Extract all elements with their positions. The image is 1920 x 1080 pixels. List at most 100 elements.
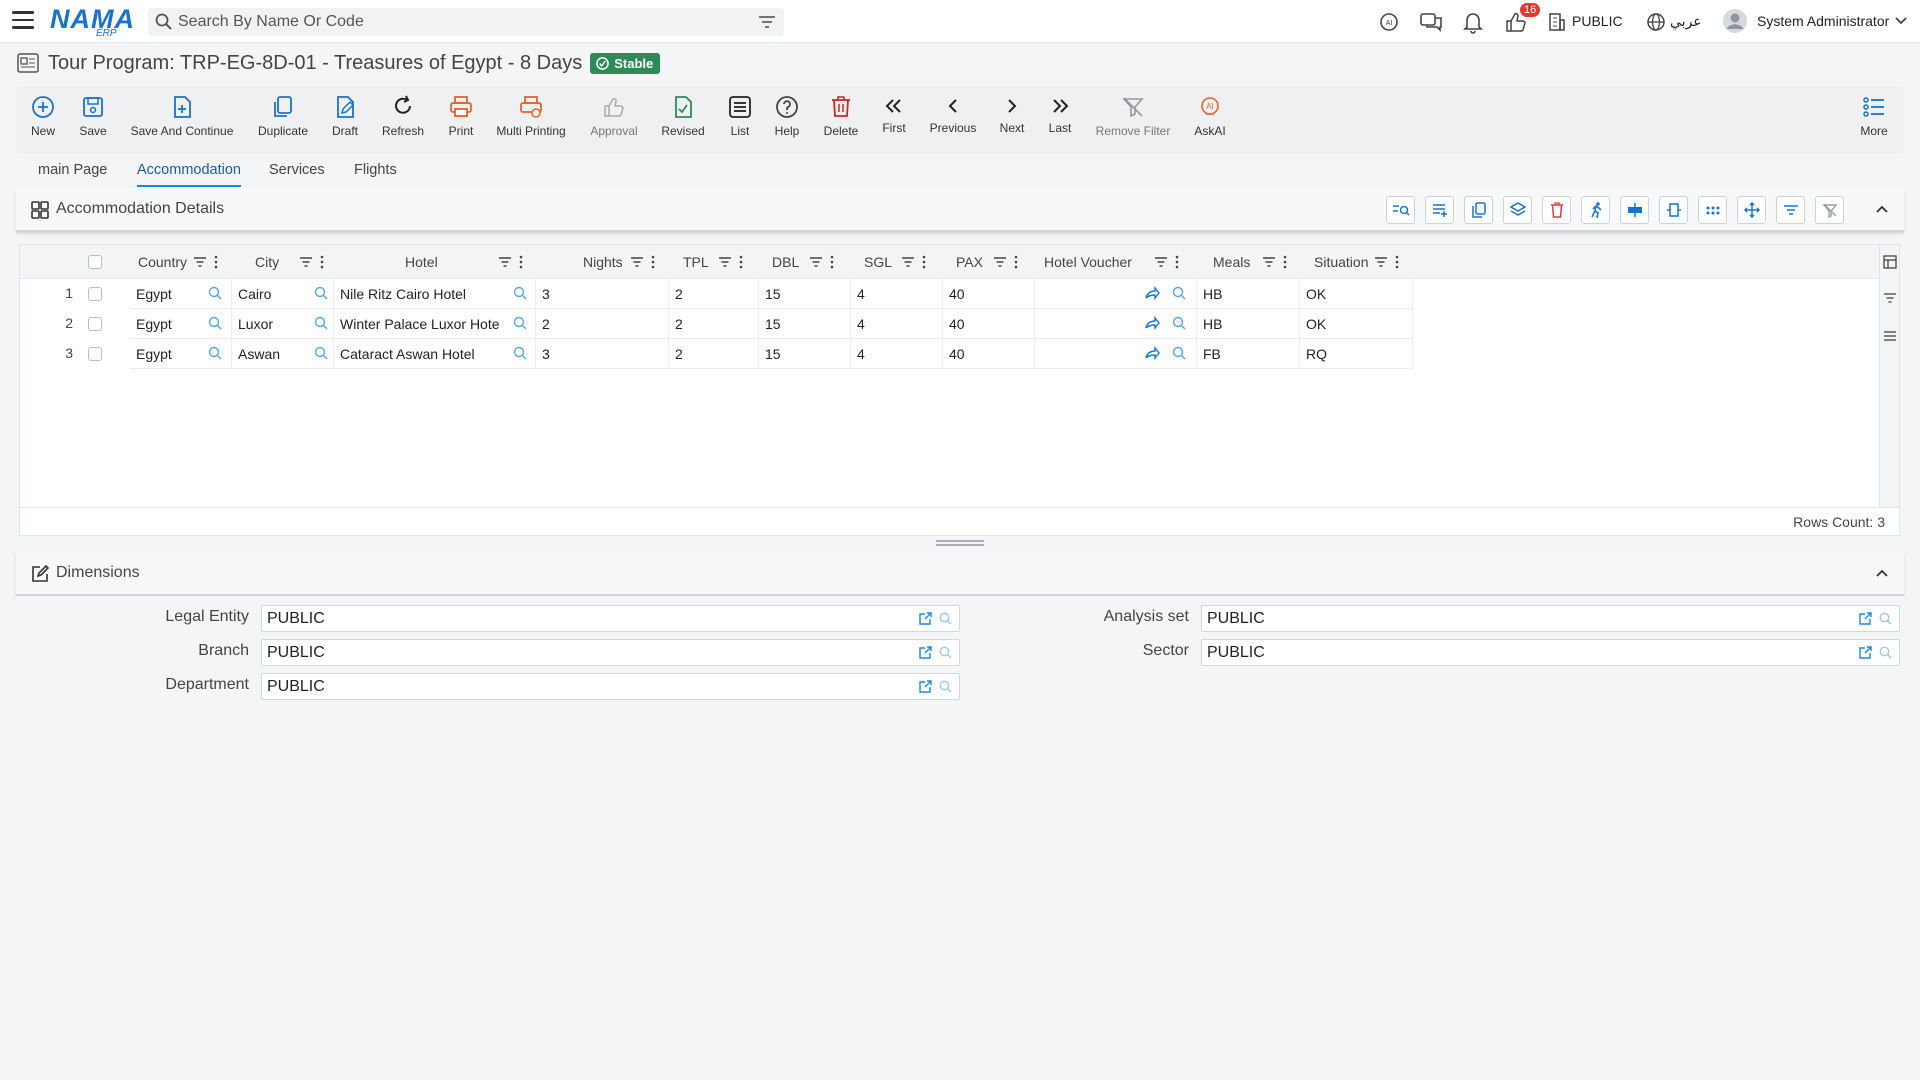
cell-hotel-voucher[interactable] — [1035, 339, 1197, 369]
column-filter-icon[interactable] — [1154, 256, 1168, 268]
lookup-icon[interactable] — [512, 285, 528, 301]
share-arrow-icon[interactable] — [1144, 315, 1160, 331]
lookup-icon[interactable] — [938, 679, 953, 694]
column-menu-icon[interactable] — [1014, 255, 1018, 269]
collapse-chevron-icon[interactable] — [1874, 566, 1890, 580]
lookup-icon[interactable] — [313, 285, 329, 301]
cell-situation[interactable]: RQ — [1300, 339, 1413, 369]
table-row[interactable]: 3 Egypt Aswan Cataract Aswan Hotel 3 2 1… — [20, 339, 1880, 369]
logo[interactable]: NAMA ERP — [50, 4, 134, 39]
cell-nights[interactable]: 2 — [536, 309, 669, 339]
open-link-icon[interactable] — [1858, 645, 1873, 660]
save-and-continue-button[interactable]: Save And Continue — [131, 94, 233, 138]
add-row-button[interactable] — [1425, 196, 1454, 224]
column-filter-icon[interactable] — [630, 256, 644, 268]
cell-pax[interactable]: 40 — [943, 309, 1035, 339]
bell-icon[interactable] — [1462, 10, 1484, 34]
cell-nights[interactable]: 3 — [536, 339, 669, 369]
multi-printing-button[interactable]: Multi Printing — [491, 94, 571, 138]
cell-country[interactable]: Egypt — [130, 339, 232, 369]
column-menu-icon[interactable] — [922, 255, 926, 269]
language-switch[interactable]: عربي — [1670, 13, 1702, 30]
fit-columns-button[interactable] — [1659, 196, 1688, 224]
column-menu-icon[interactable] — [320, 255, 324, 269]
cell-situation[interactable]: OK — [1300, 279, 1413, 309]
resize-handle[interactable] — [936, 540, 984, 546]
share-arrow-icon[interactable] — [1144, 285, 1160, 301]
cell-hotel-voucher[interactable] — [1035, 279, 1197, 309]
column-menu-icon[interactable] — [1395, 255, 1399, 269]
lookup-icon[interactable] — [207, 345, 223, 361]
columns-panel-icon[interactable] — [1883, 255, 1897, 269]
open-link-icon[interactable] — [1858, 611, 1873, 626]
delete-row-button[interactable] — [1542, 196, 1571, 224]
lookup-icon[interactable] — [512, 315, 528, 331]
column-filter-icon[interactable] — [718, 256, 732, 268]
column-header-hotel[interactable]: Hotel — [334, 245, 534, 279]
column-filter-icon[interactable] — [901, 256, 915, 268]
column-menu-icon[interactable] — [830, 255, 834, 269]
column-filter-icon[interactable] — [498, 256, 512, 268]
cell-situation[interactable]: OK — [1300, 309, 1413, 339]
table-row[interactable]: 1 Egypt Cairo Nile Ritz Cairo Hotel 3 2 … — [20, 279, 1880, 309]
lookup-icon[interactable] — [1878, 645, 1893, 660]
row-checkbox[interactable] — [88, 347, 102, 361]
layers-button[interactable] — [1503, 196, 1532, 224]
cell-pax[interactable]: 40 — [943, 339, 1035, 369]
approval-button[interactable]: Approval — [574, 94, 654, 138]
run-button[interactable] — [1581, 196, 1610, 224]
column-menu-icon[interactable] — [651, 255, 655, 269]
cell-country[interactable]: Egypt — [130, 309, 232, 339]
cell-meals[interactable]: HB — [1197, 309, 1300, 339]
tab-services[interactable]: Services — [269, 162, 325, 185]
table-row[interactable]: 2 Egypt Luxor Winter Palace Luxor Hote 2… — [20, 309, 1880, 339]
row-checkbox[interactable] — [88, 317, 102, 331]
column-filter-icon[interactable] — [1374, 256, 1388, 268]
collapse-chevron-icon[interactable] — [1874, 202, 1890, 216]
filter-icon[interactable] — [758, 14, 776, 30]
cell-tpl[interactable]: 2 — [669, 309, 759, 339]
share-arrow-icon[interactable] — [1144, 345, 1160, 361]
last-button[interactable]: Last — [1020, 94, 1100, 135]
column-menu-icon[interactable] — [1175, 255, 1179, 269]
column-header-country[interactable]: Country — [130, 245, 230, 279]
ai-assistant-icon[interactable]: AI — [1378, 11, 1400, 33]
open-link-icon[interactable] — [918, 679, 933, 694]
menu-icon[interactable] — [12, 11, 34, 31]
cell-hotel[interactable]: Nile Ritz Cairo Hotel — [334, 279, 536, 309]
lookup-icon[interactable] — [938, 611, 953, 626]
lookup-icon[interactable] — [207, 315, 223, 331]
cell-tpl[interactable]: 2 — [669, 339, 759, 369]
lookup-icon[interactable] — [1171, 315, 1187, 331]
cell-hotel[interactable]: Winter Palace Luxor Hote — [334, 309, 536, 339]
lookup-icon[interactable] — [1878, 611, 1893, 626]
copy-row-button[interactable] — [1464, 196, 1493, 224]
sector-field[interactable]: PUBLIC — [1201, 639, 1900, 666]
menu-lines-icon[interactable] — [1883, 329, 1897, 343]
tab-main-page[interactable]: main Page — [38, 162, 107, 185]
cell-sgl[interactable]: 4 — [851, 339, 943, 369]
cell-dbl[interactable]: 15 — [759, 279, 851, 309]
cell-hotel[interactable]: Cataract Aswan Hotel — [334, 339, 536, 369]
cell-dbl[interactable]: 15 — [759, 339, 851, 369]
filter-panel-icon[interactable] — [1883, 291, 1897, 305]
avatar[interactable] — [1722, 8, 1748, 34]
tab-flights[interactable]: Flights — [354, 162, 397, 185]
grid-dots-button[interactable] — [1698, 196, 1727, 224]
column-header-nights[interactable]: Nights — [536, 245, 667, 279]
grid-clear-filter-button[interactable] — [1815, 196, 1844, 224]
save-button[interactable]: Save — [53, 94, 133, 138]
company-selector[interactable]: PUBLIC — [1572, 13, 1623, 29]
more-button[interactable]: More — [1834, 94, 1914, 138]
column-header-pax[interactable]: PAX — [943, 245, 1033, 279]
open-link-icon[interactable] — [918, 611, 933, 626]
branch-field[interactable]: PUBLIC — [261, 639, 960, 666]
lookup-icon[interactable] — [1171, 285, 1187, 301]
askai-button[interactable]: AI AskAI — [1170, 94, 1250, 138]
open-link-icon[interactable] — [918, 645, 933, 660]
lookup-icon[interactable] — [313, 345, 329, 361]
grid-filter-button[interactable] — [1776, 196, 1805, 224]
cell-city[interactable]: Cairo — [232, 279, 334, 309]
lookup-icon[interactable] — [512, 345, 528, 361]
cell-sgl[interactable]: 4 — [851, 309, 943, 339]
